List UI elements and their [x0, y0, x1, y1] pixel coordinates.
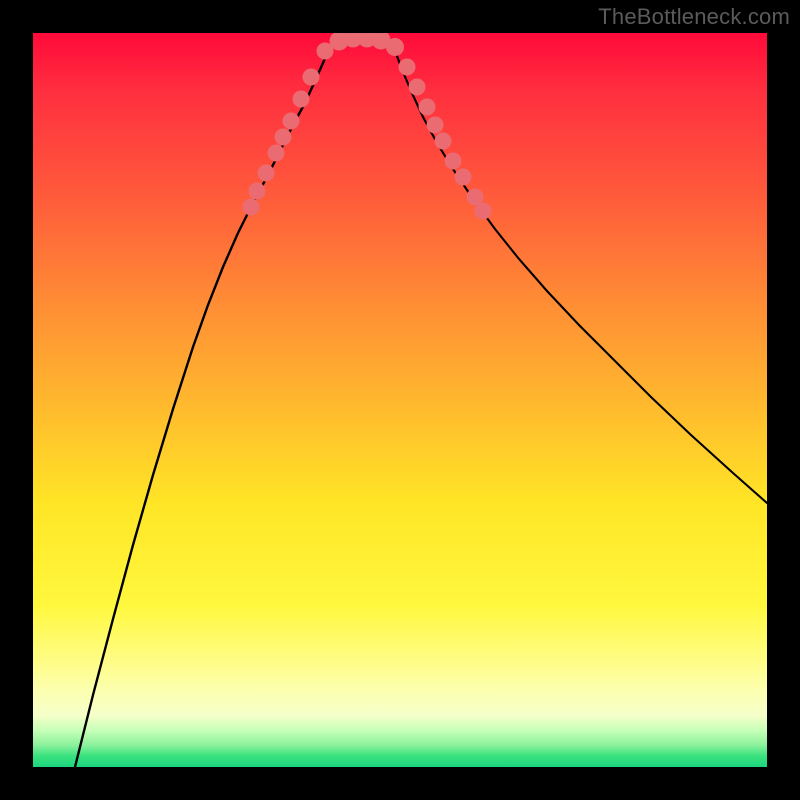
data-point: [293, 91, 310, 108]
data-point: [455, 169, 472, 186]
plot-area: [33, 33, 767, 767]
data-point: [445, 153, 462, 170]
data-point: [435, 133, 452, 150]
watermark-text: TheBottleneck.com: [598, 4, 790, 30]
data-point: [427, 117, 444, 134]
data-point: [399, 59, 416, 76]
outer-frame: TheBottleneck.com: [0, 0, 800, 800]
data-point: [419, 99, 436, 116]
series-right-branch: [393, 45, 767, 503]
data-point: [268, 145, 285, 162]
data-point: [258, 165, 275, 182]
chart-svg: [33, 33, 767, 767]
data-points: [243, 33, 492, 220]
data-point: [475, 203, 492, 220]
curve-lines: [75, 35, 767, 767]
data-point: [303, 69, 320, 86]
data-point: [249, 183, 266, 200]
data-point: [386, 38, 404, 56]
data-point: [243, 199, 260, 216]
data-point: [409, 79, 426, 96]
series-left-branch: [75, 45, 331, 767]
data-point: [283, 113, 300, 130]
data-point: [275, 129, 292, 146]
